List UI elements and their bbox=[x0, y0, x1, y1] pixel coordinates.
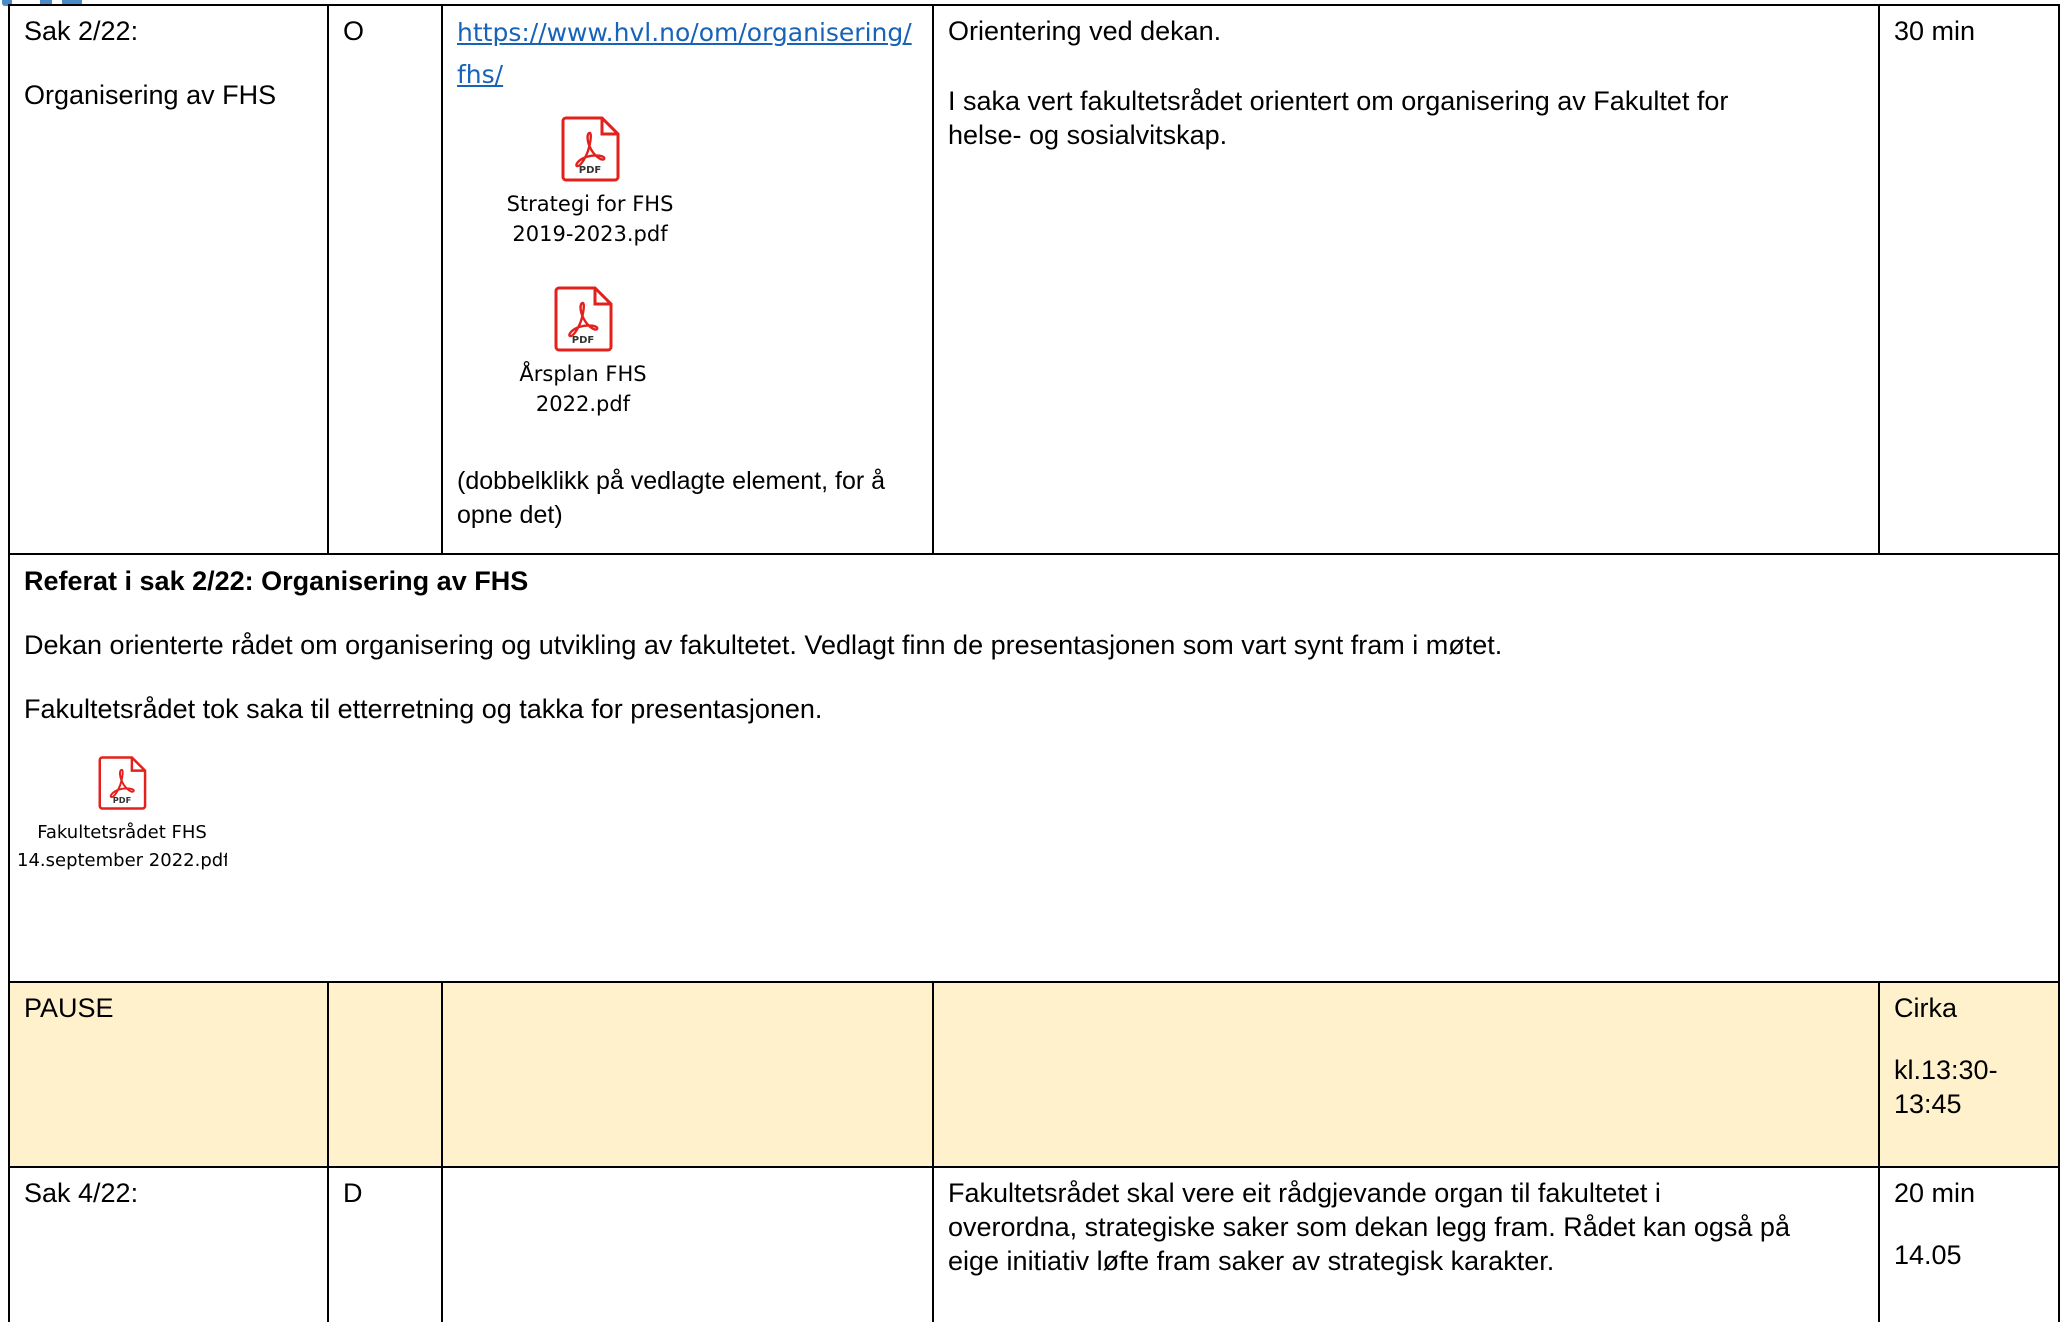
table-border bbox=[8, 553, 2060, 555]
case-cell-4: Sak 4/22: bbox=[10, 1168, 327, 1218]
pause-time-approx: Cirka bbox=[1894, 993, 1958, 1023]
pause-time-cell: Cirka kl.13:30- 13:45 bbox=[1880, 983, 2058, 1129]
minutes-paragraph-2: Fakultetsrådet tok saka til etterretning… bbox=[24, 694, 823, 724]
table-border bbox=[1878, 4, 1880, 555]
type-cell: O bbox=[329, 6, 441, 56]
description-cell: Orientering ved dekan. I saka vert fakul… bbox=[934, 6, 1878, 160]
organisation-link[interactable]: https://www.hvl.no/om/organisering/fhs/ bbox=[457, 12, 918, 96]
case-type: D bbox=[343, 1178, 363, 1208]
pdf-file-icon: PDF bbox=[561, 116, 620, 182]
pause-label-cell: PAUSE bbox=[10, 983, 327, 1033]
table-border bbox=[441, 981, 443, 1322]
start-time: 14.05 bbox=[1894, 1240, 1962, 1270]
pdf-file-icon: PDF bbox=[554, 286, 613, 352]
svg-text:PDF: PDF bbox=[579, 165, 601, 176]
pause-label: PAUSE bbox=[24, 993, 114, 1023]
case-number: Sak 2/22: bbox=[24, 16, 139, 46]
attachment-presentation-pdf[interactable]: PDF Fakultetsrådet FHS 14.september 2022.… bbox=[17, 753, 227, 875]
table-border bbox=[2058, 4, 2060, 1322]
svg-text:PDF: PDF bbox=[113, 795, 131, 805]
case-cell: Sak 2/22: Organisering av FHS bbox=[10, 6, 327, 120]
attachments-cell: https://www.hvl.no/om/organisering/fhs/ bbox=[443, 4, 932, 104]
description-text: I saka vert fakultetsrådet orientert om … bbox=[948, 86, 1729, 150]
minutes-paragraph-1: Dekan orienterte rådet om organisering o… bbox=[24, 630, 1503, 660]
time-cell-4: 20 min 14.05 bbox=[1880, 1168, 2058, 1280]
time-cell: 30 min bbox=[1880, 6, 2058, 56]
description-text: Fakultetsrådet skal vere eit rådgjevande… bbox=[948, 1178, 1790, 1276]
document-page: Sak 2/22: Organisering av FHS O https://… bbox=[0, 0, 2065, 1322]
pdf-file-icon: PDF bbox=[98, 756, 147, 810]
time-estimate: 20 min bbox=[1894, 1178, 1976, 1208]
table-border bbox=[327, 981, 329, 1322]
description-intro: Orientering ved dekan. bbox=[948, 16, 1222, 46]
attachment-strategy-pdf[interactable]: PDF Strategi for FHS 2019-2023.pdf bbox=[470, 115, 710, 249]
attachment-yearplan-pdf[interactable]: PDF Årsplan FHS 2022.pdf bbox=[463, 285, 703, 419]
time-estimate: 30 min bbox=[1894, 16, 1976, 46]
type-cell-4: D bbox=[329, 1168, 441, 1218]
case-title: Organisering av FHS bbox=[24, 80, 277, 110]
svg-text:PDF: PDF bbox=[572, 335, 594, 346]
minutes-cell: Referat i sak 2/22: Organisering av FHS … bbox=[10, 556, 2058, 734]
minutes-heading: Referat i sak 2/22: Organisering av FHS bbox=[24, 566, 529, 596]
pause-time-range: kl.13:30- 13:45 bbox=[1894, 1055, 1998, 1119]
description-cell-4: Fakultetsrådet skal vere eit rådgjevande… bbox=[934, 1168, 1878, 1286]
table-border bbox=[327, 4, 329, 555]
case-type: O bbox=[343, 16, 365, 46]
case-number: Sak 4/22: bbox=[24, 1178, 139, 1208]
attachment-hint: (dobbelklikk på vedlagte element, for åo… bbox=[457, 467, 886, 529]
